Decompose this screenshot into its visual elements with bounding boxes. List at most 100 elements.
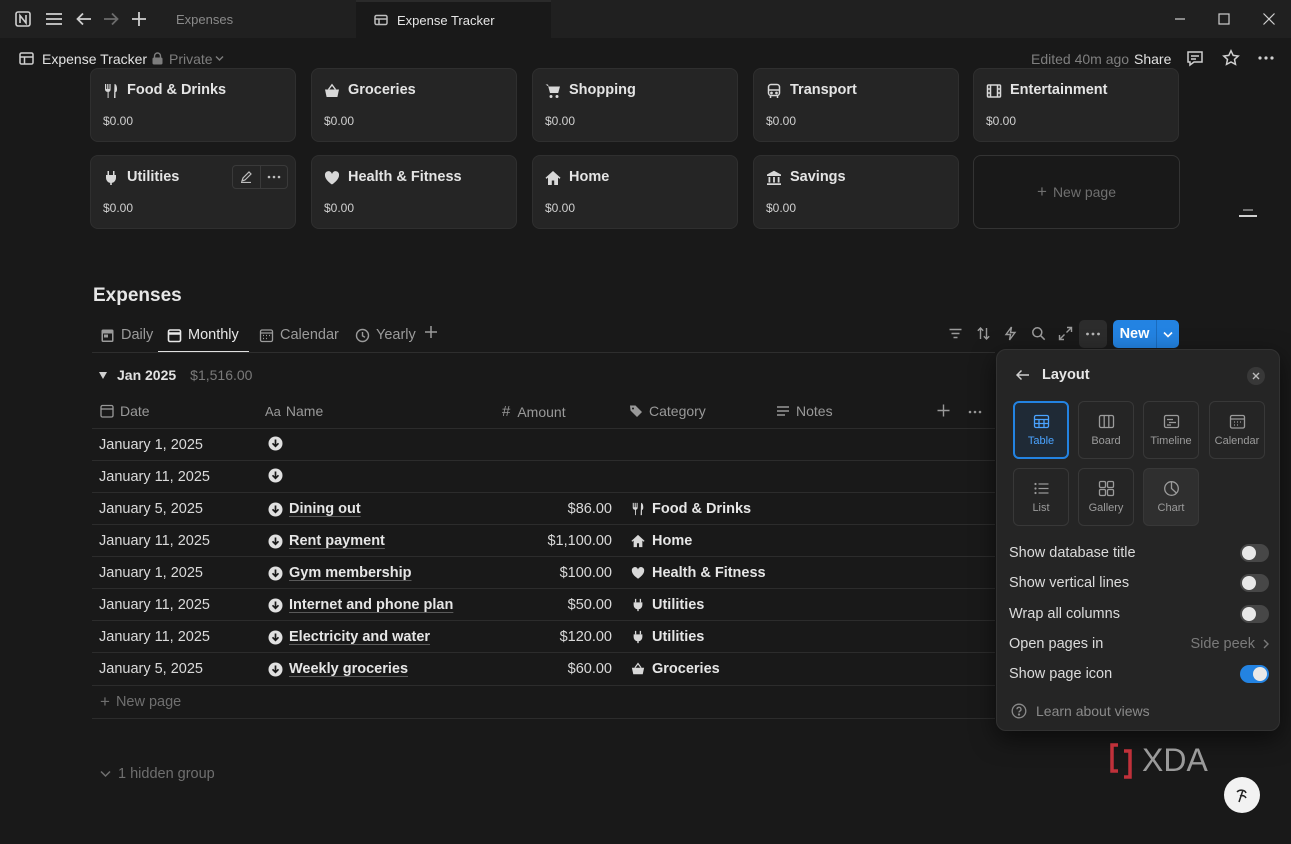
category-card-home[interactable]: Home $0.00 xyxy=(532,155,738,229)
layout-option-table[interactable]: Table xyxy=(1013,401,1069,459)
column-header-date[interactable]: Date xyxy=(100,403,150,419)
more-options-icon[interactable] xyxy=(259,166,287,188)
setting-show-database-title[interactable]: Show database title xyxy=(1009,541,1269,565)
date-cell[interactable]: January 11, 2025 xyxy=(99,629,210,645)
new-dropdown-button[interactable] xyxy=(1156,320,1179,348)
column-header-notes[interactable]: Notes xyxy=(776,403,833,419)
close-window-icon[interactable] xyxy=(1260,10,1278,28)
category-card-food-drinks[interactable]: Food & Drinks $0.00 xyxy=(90,68,296,142)
category-cell[interactable]: Utilities xyxy=(631,629,704,645)
category-cell[interactable]: Utilities xyxy=(631,597,704,613)
toggle-triangle-icon[interactable] xyxy=(99,371,107,379)
category-card-utilities[interactable]: Utilities $0.00 xyxy=(90,155,296,229)
date-cell[interactable]: January 1, 2025 xyxy=(99,565,203,581)
sort-icon[interactable] xyxy=(976,326,991,341)
toggle-switch[interactable] xyxy=(1240,544,1269,562)
new-entry-button[interactable]: New xyxy=(1113,320,1156,348)
tab-expenses[interactable]: Expenses xyxy=(158,0,354,38)
name-cell[interactable]: Electricity and water xyxy=(268,629,430,645)
date-cell[interactable]: January 5, 2025 xyxy=(99,661,203,677)
category-card-health-fitness[interactable]: Health & Fitness $0.00 xyxy=(311,155,517,229)
category-cell[interactable]: Groceries xyxy=(631,661,720,677)
back-arrow-icon[interactable] xyxy=(75,10,93,28)
date-cell[interactable]: January 5, 2025 xyxy=(99,501,203,517)
name-cell[interactable]: Weekly groceries xyxy=(268,661,408,677)
date-cell[interactable]: January 1, 2025 xyxy=(99,437,203,453)
filter-icon[interactable] xyxy=(948,326,963,341)
hidden-group-toggle[interactable]: 1 hidden group xyxy=(100,766,215,782)
name-cell[interactable] xyxy=(268,436,289,451)
column-header-category[interactable]: Category xyxy=(629,403,706,419)
help-button[interactable] xyxy=(1224,777,1260,813)
privacy-dropdown[interactable]: Private xyxy=(169,51,213,67)
search-icon[interactable] xyxy=(1031,326,1046,341)
name-cell[interactable]: Gym membership xyxy=(268,565,412,581)
add-column-plus-icon[interactable] xyxy=(937,404,950,417)
layout-option-chart[interactable]: Chart xyxy=(1143,468,1199,526)
new-row-button[interactable]: + New page xyxy=(100,693,181,710)
amount-cell[interactable]: $60.00 xyxy=(502,661,612,677)
tab-monthly[interactable]: Monthly xyxy=(167,324,239,346)
category-card-transport[interactable]: Transport $0.00 xyxy=(753,68,959,142)
category-card-shopping[interactable]: Shopping $0.00 xyxy=(532,68,738,142)
layout-option-board[interactable]: Board xyxy=(1078,401,1134,459)
category-card-savings[interactable]: Savings $0.00 xyxy=(753,155,959,229)
layout-option-timeline[interactable]: Timeline xyxy=(1143,401,1199,459)
add-view-plus-icon[interactable] xyxy=(424,325,438,339)
forward-arrow-icon[interactable] xyxy=(102,10,120,28)
setting-open-pages-in[interactable]: Open pages in Side peek xyxy=(1009,632,1269,656)
tab-calendar[interactable]: Calendar xyxy=(259,324,339,346)
amount-cell[interactable]: $120.00 xyxy=(502,629,612,645)
column-header-amount[interactable]: # Amount xyxy=(502,403,566,420)
setting-value[interactable]: Side peek xyxy=(1191,636,1270,652)
database-more-button[interactable] xyxy=(1079,320,1107,348)
automation-bolt-icon[interactable] xyxy=(1003,326,1018,341)
toggle-switch[interactable] xyxy=(1240,605,1269,623)
category-card-entertainment[interactable]: Entertainment $0.00 xyxy=(973,68,1179,142)
name-cell[interactable]: Internet and phone plan xyxy=(268,597,453,613)
toggle-switch[interactable] xyxy=(1240,574,1269,592)
expand-icon[interactable] xyxy=(1058,326,1073,341)
setting-show-page-icon[interactable]: Show page icon xyxy=(1009,662,1269,686)
minimize-icon[interactable] xyxy=(1171,10,1189,28)
learn-about-views-link[interactable]: Learn about views xyxy=(1011,703,1150,719)
database-title[interactable]: Expenses xyxy=(93,285,182,307)
group-header[interactable]: Jan 2025 $1,516.00 xyxy=(99,367,252,383)
new-page-card[interactable]: + New page xyxy=(973,155,1180,229)
layout-option-list[interactable]: List xyxy=(1013,468,1069,526)
share-button[interactable]: Share xyxy=(1134,51,1171,67)
tab-expense-tracker[interactable]: Expense Tracker xyxy=(356,0,551,38)
more-options-icon[interactable] xyxy=(1257,49,1275,67)
menu-icon[interactable] xyxy=(45,10,63,28)
setting-wrap-all-columns[interactable]: Wrap all columns xyxy=(1009,602,1269,626)
comment-icon[interactable] xyxy=(1186,49,1204,67)
tab-daily[interactable]: Daily xyxy=(100,324,153,346)
layout-option-gallery[interactable]: Gallery xyxy=(1078,468,1134,526)
category-cell[interactable]: Food & Drinks xyxy=(631,501,751,517)
amount-cell[interactable]: $1,100.00 xyxy=(502,533,612,549)
more-options-icon[interactable] xyxy=(968,410,982,414)
column-header-name[interactable]: Aa Name xyxy=(265,403,323,419)
date-cell[interactable]: January 11, 2025 xyxy=(99,469,210,485)
category-cell[interactable]: Home xyxy=(631,533,692,549)
name-cell[interactable]: Rent payment xyxy=(268,533,385,549)
notion-logo-icon[interactable] xyxy=(14,10,32,28)
amount-cell[interactable]: $86.00 xyxy=(502,501,612,517)
tab-yearly[interactable]: Yearly xyxy=(355,324,416,346)
edit-pencil-icon[interactable] xyxy=(233,166,260,188)
toggle-switch[interactable] xyxy=(1240,665,1269,683)
layout-option-calendar[interactable]: Calendar xyxy=(1209,401,1265,459)
name-cell[interactable]: Dining out xyxy=(268,501,361,517)
name-cell[interactable] xyxy=(268,468,289,483)
new-tab-plus-icon[interactable] xyxy=(130,10,148,28)
category-card-groceries[interactable]: Groceries $0.00 xyxy=(311,68,517,142)
date-cell[interactable]: January 11, 2025 xyxy=(99,533,210,549)
category-cell[interactable]: Health & Fitness xyxy=(631,565,766,581)
back-arrow-icon[interactable] xyxy=(1015,368,1030,382)
amount-cell[interactable]: $100.00 xyxy=(502,565,612,581)
maximize-icon[interactable] xyxy=(1215,10,1233,28)
setting-show-vertical-lines[interactable]: Show vertical lines xyxy=(1009,571,1269,595)
star-icon[interactable] xyxy=(1222,49,1240,67)
amount-cell[interactable]: $50.00 xyxy=(502,597,612,613)
table-of-contents-icon[interactable] xyxy=(1239,209,1257,221)
